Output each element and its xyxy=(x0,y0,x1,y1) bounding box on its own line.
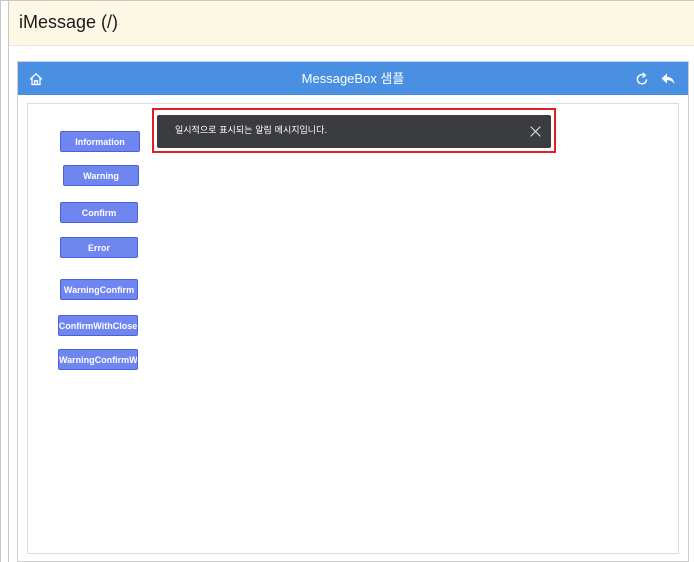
back-button[interactable] xyxy=(658,69,678,89)
warning-confirm-wi-button-label: WarningConfirmWi xyxy=(59,354,138,365)
warning-confirm-button[interactable]: WarningConfirm xyxy=(60,279,138,300)
home-button[interactable] xyxy=(26,69,46,89)
refresh-icon xyxy=(636,72,648,85)
error-button-label: Error xyxy=(87,242,110,253)
confirm-with-close-button[interactable]: ConfirmWithClose xyxy=(58,315,138,336)
document-title: iMessage (/) xyxy=(19,12,119,32)
error-button[interactable]: Error xyxy=(60,237,138,258)
highlight-box xyxy=(152,108,556,153)
reply-arrow-icon xyxy=(661,73,675,84)
warning-button[interactable]: Warning xyxy=(63,165,139,186)
confirm-button[interactable]: Confirm xyxy=(60,202,138,223)
confirm-button-label: Confirm xyxy=(81,207,117,218)
information-button[interactable]: Information xyxy=(60,131,140,152)
content-area: Information Warning Confirm Error Warnin… xyxy=(27,103,679,554)
refresh-button[interactable] xyxy=(632,69,652,89)
home-icon xyxy=(29,73,43,86)
app-title: MessageBox 샘플 xyxy=(301,71,405,86)
warning-confirm-button-label: WarningConfirm xyxy=(63,284,135,295)
information-button-label: Information xyxy=(75,136,125,147)
app-topbar: MessageBox 샘플 xyxy=(18,62,688,95)
confirm-with-close-button-label: ConfirmWithClose xyxy=(58,320,138,331)
document-left-rule xyxy=(8,0,9,562)
document-header: iMessage (/) xyxy=(9,1,694,46)
warning-confirm-wi-button[interactable]: WarningConfirmWi xyxy=(58,349,138,370)
warning-button-label: Warning xyxy=(83,170,119,181)
